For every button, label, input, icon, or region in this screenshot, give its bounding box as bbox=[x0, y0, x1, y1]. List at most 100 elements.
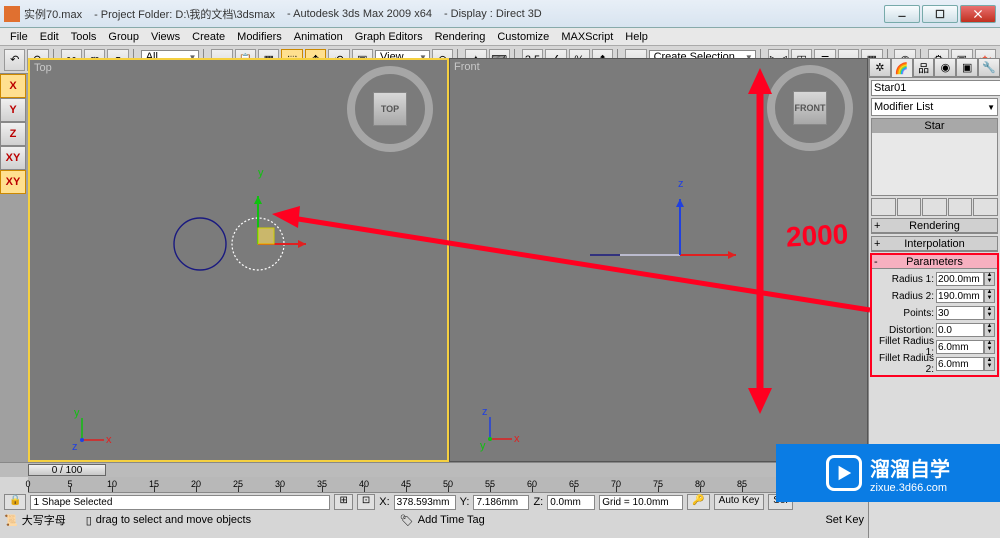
make-unique-button[interactable] bbox=[922, 198, 947, 216]
fillet2-spinner[interactable]: ▲▼ bbox=[984, 357, 995, 371]
rollout-rendering[interactable]: +Rendering bbox=[871, 218, 998, 234]
y-field[interactable]: 7.186mm bbox=[473, 495, 529, 510]
svg-text:y: y bbox=[74, 407, 80, 419]
radius1-input[interactable] bbox=[936, 272, 984, 286]
front-scene: z x z y bbox=[450, 59, 868, 459]
radius1-spinner[interactable]: ▲▼ bbox=[984, 272, 995, 286]
lock-icon[interactable]: 🔒 bbox=[4, 494, 26, 510]
menu-group[interactable]: Group bbox=[102, 31, 145, 43]
minimize-button[interactable] bbox=[884, 5, 920, 23]
points-spinner[interactable]: ▲▼ bbox=[984, 306, 995, 320]
remove-mod-button[interactable] bbox=[948, 198, 973, 216]
distortion-spinner[interactable]: ▲▼ bbox=[984, 323, 995, 337]
axis-x-button[interactable]: X bbox=[0, 74, 26, 98]
fillet1-spinner[interactable]: ▲▼ bbox=[984, 340, 995, 354]
configure-button[interactable] bbox=[973, 198, 998, 216]
rollout-interpolation[interactable]: +Interpolation bbox=[871, 236, 998, 252]
menu-animation[interactable]: Animation bbox=[288, 31, 349, 43]
fillet1-input[interactable] bbox=[936, 340, 984, 354]
time-slider[interactable]: 0 / 100 bbox=[28, 464, 106, 476]
annotation-text: 2000 bbox=[785, 218, 849, 253]
menu-edit[interactable]: Edit bbox=[34, 31, 65, 43]
menu-rendering[interactable]: Rendering bbox=[429, 31, 492, 43]
svg-text:x: x bbox=[514, 433, 520, 445]
menu-maxscript[interactable]: MAXScript bbox=[555, 31, 619, 43]
title-file: 实例70.max bbox=[24, 6, 82, 22]
tab-modify[interactable]: 🌈 bbox=[891, 58, 913, 77]
axis-constraints-toolbar: X Y Z XY XY bbox=[0, 74, 26, 194]
maximize-button[interactable] bbox=[922, 5, 958, 23]
x-field[interactable]: 378.593mm bbox=[394, 495, 456, 510]
absolute-button[interactable]: ⊡ bbox=[357, 494, 375, 510]
svg-text:z: z bbox=[482, 406, 488, 418]
modifier-stack[interactable]: Star bbox=[871, 118, 998, 196]
time-ruler[interactable]: 05101520253035404550556065707580859095 bbox=[28, 477, 868, 493]
tab-utilities[interactable]: 🔧 bbox=[978, 58, 1000, 77]
title-app: - Autodesk 3ds Max 2009 x64 bbox=[287, 8, 432, 20]
caps-field: 大写字母 bbox=[22, 512, 82, 528]
title-bar: 实例70.max - Project Folder: D:\我的文档\3dsma… bbox=[0, 0, 1000, 28]
svg-text:z: z bbox=[678, 178, 684, 190]
grid-field: Grid = 10.0mm bbox=[599, 495, 683, 510]
command-tabs: ✲ 🌈 品 ◉ ▣ 🔧 bbox=[869, 58, 1000, 78]
z-field[interactable]: 0.0mm bbox=[547, 495, 595, 510]
watermark-brand: 溜溜自学 bbox=[870, 453, 950, 482]
menu-file[interactable]: File bbox=[4, 31, 34, 43]
watermark: 溜溜自学 zixue.3d66.com bbox=[776, 444, 1000, 502]
svg-text:y: y bbox=[258, 167, 264, 179]
svg-text:z: z bbox=[72, 441, 78, 453]
top-scene: y x y z bbox=[30, 60, 449, 460]
undo-button[interactable]: ↶ bbox=[4, 49, 25, 71]
prompt-field: drag to select and move objects bbox=[96, 514, 396, 526]
setkey-button[interactable]: Set Key bbox=[825, 514, 864, 526]
close-button[interactable] bbox=[960, 5, 996, 23]
menu-customize[interactable]: Customize bbox=[491, 31, 555, 43]
y-label: Y: bbox=[460, 496, 470, 508]
stack-item-star[interactable]: Star bbox=[872, 119, 997, 133]
title-project: - Project Folder: D:\我的文档\3dsmax bbox=[94, 6, 275, 22]
axis-xy2-button[interactable]: XY bbox=[0, 170, 26, 194]
menu-tools[interactable]: Tools bbox=[65, 31, 103, 43]
radius2-spinner[interactable]: ▲▼ bbox=[984, 289, 995, 303]
tab-hierarchy[interactable]: 品 bbox=[913, 58, 935, 77]
tab-motion[interactable]: ◉ bbox=[934, 58, 956, 77]
axis-y-button[interactable]: Y bbox=[0, 98, 26, 122]
key-icon[interactable]: 🔑 bbox=[687, 494, 709, 510]
menu-views[interactable]: Views bbox=[145, 31, 186, 43]
menu-bar: File Edit Tools Group Views Create Modif… bbox=[0, 28, 1000, 46]
viewport-front[interactable]: Front FRONT z x z y bbox=[449, 58, 868, 462]
menu-help[interactable]: Help bbox=[619, 31, 654, 43]
modifier-list-select[interactable]: Modifier List bbox=[871, 98, 998, 116]
axis-xy-button[interactable]: XY bbox=[0, 146, 26, 170]
fillet2-input[interactable] bbox=[936, 357, 984, 371]
svg-text:x: x bbox=[106, 434, 112, 446]
autokey-button[interactable]: Auto Key bbox=[714, 494, 765, 510]
object-name-input[interactable] bbox=[871, 80, 1000, 96]
prompt-icon[interactable]: ▯ bbox=[86, 514, 92, 527]
x-label: X: bbox=[379, 496, 389, 508]
bottom-panel: 0 / 100 05101520253035404550556065707580… bbox=[0, 462, 868, 538]
watermark-url: zixue.3d66.com bbox=[870, 482, 950, 494]
play-icon bbox=[826, 455, 862, 491]
viewport-top[interactable]: Top TOP y x y z bbox=[28, 58, 449, 462]
pin-stack-button[interactable] bbox=[871, 198, 896, 216]
points-input[interactable] bbox=[936, 306, 984, 320]
menu-modifiers[interactable]: Modifiers bbox=[231, 31, 288, 43]
addtag-field[interactable]: Add Time Tag bbox=[418, 514, 508, 526]
tab-display[interactable]: ▣ bbox=[956, 58, 978, 77]
z-label: Z: bbox=[533, 496, 543, 508]
radius2-input[interactable] bbox=[936, 289, 984, 303]
tag-icon[interactable]: 🏷 bbox=[400, 514, 414, 527]
transform-type-button[interactable]: ⊞ bbox=[334, 494, 352, 510]
tab-create[interactable]: ✲ bbox=[869, 58, 891, 77]
menu-create[interactable]: Create bbox=[186, 31, 231, 43]
menu-grapheditors[interactable]: Graph Editors bbox=[349, 31, 429, 43]
time-slider-row[interactable]: 0 / 100 bbox=[0, 463, 868, 477]
rollout-parameters[interactable]: -Parameters Radius 1:▲▼ Radius 2:▲▼ Poin… bbox=[871, 254, 998, 376]
script-icon[interactable]: 📜 bbox=[4, 514, 18, 527]
show-result-button[interactable] bbox=[897, 198, 922, 216]
viewport-area: Top TOP y x y z Front FRONT bbox=[28, 58, 868, 462]
distortion-input[interactable] bbox=[936, 323, 984, 337]
svg-text:y: y bbox=[480, 440, 486, 452]
axis-z-button[interactable]: Z bbox=[0, 122, 26, 146]
